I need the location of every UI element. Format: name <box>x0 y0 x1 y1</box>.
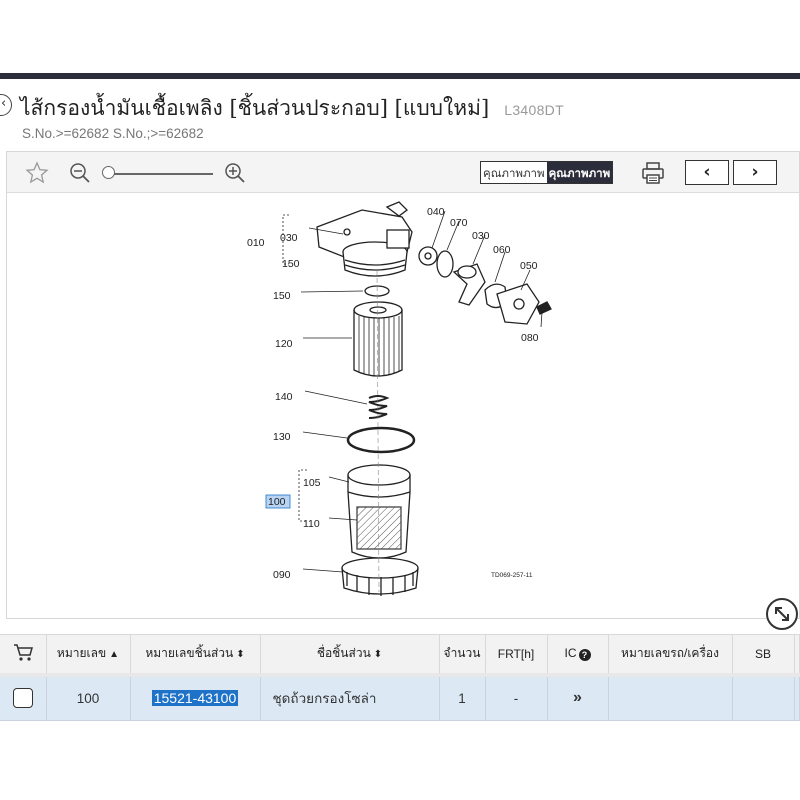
part-no-value[interactable]: 15521-43100 <box>151 690 239 707</box>
col-ref-no-label: หมายเลข <box>56 646 107 661</box>
table-row[interactable]: 100 15521-43100 ชุดถ้วยกรองโซล่า 1 - » <box>0 674 800 721</box>
callout-150-b[interactable]: 150 <box>273 290 291 302</box>
col-frt[interactable]: FRT[h] <box>485 634 548 677</box>
callout-060[interactable]: 060 <box>493 244 511 256</box>
next-button[interactable]: › <box>733 160 777 185</box>
chevron-right-icon: › <box>751 162 759 182</box>
diagram-code: TD069-257-11 <box>491 572 533 579</box>
parts-diagram: 010 030 150 040 070 030 060 050 080 150 … <box>247 201 552 596</box>
help-icon[interactable]: ? <box>578 649 591 662</box>
ic-expand-link[interactable]: » <box>573 689 582 706</box>
image-quality-toggle[interactable]: คุณภาพภาพ คุณภาพภาพ <box>480 161 614 184</box>
callout-130[interactable]: 130 <box>273 431 291 443</box>
model-label: L3408DT <box>504 102 564 118</box>
callout-140[interactable]: 140 <box>275 391 293 403</box>
page-title-row: ไส้กรองน้ำมันเชื้อเพลิง [ชิ้นส่วนประกอบ]… <box>20 92 564 125</box>
page-title: ไส้กรองน้ำมันเชื้อเพลิง [ชิ้นส่วนประกอบ]… <box>20 96 490 120</box>
sort-asc-icon: ▲ <box>109 649 120 661</box>
callout-105[interactable]: 105 <box>303 477 321 489</box>
col-frt-label: FRT[h] <box>497 646 535 661</box>
callout-080[interactable]: 080 <box>521 332 539 344</box>
callout-100[interactable]: 100 <box>268 496 286 508</box>
cart-column-header[interactable] <box>0 634 47 677</box>
callout-150-a[interactable]: 150 <box>282 258 300 270</box>
table-header-row: หมายเลข ▲ หมายเลขชิ้นส่วน ⬍ ชื่อชิ้นส่วน ⬍ … <box>0 634 800 677</box>
callout-030-a[interactable]: 030 <box>280 232 298 244</box>
callout-030-b[interactable]: 030 <box>472 230 490 242</box>
col-machine-no-label: หมายเลขรถ/เครื่อง <box>621 646 719 661</box>
extra-cell <box>794 674 800 721</box>
star-icon[interactable] <box>25 161 49 185</box>
chevron-left-icon: ‹ <box>1 96 7 111</box>
expand-icon <box>775 607 789 621</box>
ref-no-cell: 100 <box>46 674 131 721</box>
zoom-out-icon[interactable] <box>69 162 91 184</box>
top-bar <box>0 73 800 79</box>
expand-button[interactable] <box>766 598 798 630</box>
col-ic[interactable]: IC? <box>547 634 609 677</box>
callout-120[interactable]: 120 <box>275 338 293 350</box>
quality-option-standard[interactable]: คุณภาพภาพ <box>481 162 547 183</box>
callout-040[interactable]: 040 <box>427 206 445 218</box>
prev-button[interactable]: ‹ <box>685 160 729 185</box>
machine-no-cell <box>608 674 733 721</box>
col-extra <box>794 634 800 677</box>
col-sb-label: SB <box>754 646 771 661</box>
sort-icon: ⬍ <box>373 649 383 661</box>
col-part-name-label: ชื่อชิ้นส่วน <box>316 646 371 661</box>
callout-090[interactable]: 090 <box>273 569 291 581</box>
col-machine-no[interactable]: หมายเลขรถ/เครื่อง <box>608 634 733 677</box>
callout-110[interactable]: 110 <box>303 518 320 530</box>
col-part-name[interactable]: ชื่อชิ้นส่วน ⬍ <box>260 634 440 677</box>
part-no-cell[interactable]: 15521-43100 <box>130 674 261 721</box>
diagram-viewer: คุณภาพภาพ คุณภาพภาพ ‹ › 010 030 150 040 … <box>6 151 800 619</box>
callout-070[interactable]: 070 <box>450 217 468 229</box>
parts-table: หมายเลข ▲ หมายเลขชิ้นส่วน ⬍ ชื่อชิ้นส่วน ⬍ … <box>0 634 800 721</box>
row-checkbox[interactable] <box>12 688 33 709</box>
viewer-toolbar: คุณภาพภาพ คุณภาพภาพ ‹ › <box>7 152 799 193</box>
ic-cell[interactable]: » <box>547 674 609 721</box>
col-part-no[interactable]: หมายเลขชิ้นส่วน ⬍ <box>130 634 261 677</box>
col-qty-label: จำนวน <box>443 646 481 661</box>
cart-icon <box>13 644 33 661</box>
col-sb[interactable]: SB <box>732 634 795 677</box>
qty-cell: 1 <box>439 674 486 721</box>
sort-icon: ⬍ <box>236 649 245 661</box>
part-name-cell: ชุดถ้วยกรองโซล่า <box>260 674 440 721</box>
serial-range: S.No.>=62682 S.No.;>=62682 <box>22 126 204 141</box>
zoom-slider-handle[interactable] <box>102 166 115 179</box>
col-part-no-label: หมายเลขชิ้นส่วน <box>145 646 234 661</box>
col-ic-label: IC <box>564 646 577 661</box>
col-ref-no[interactable]: หมายเลข ▲ <box>46 634 131 677</box>
row-select-cell[interactable] <box>0 674 47 721</box>
frt-cell: - <box>485 674 548 721</box>
col-qty[interactable]: จำนวน <box>439 634 486 677</box>
zoom-slider-track[interactable] <box>113 173 213 175</box>
print-icon[interactable] <box>640 160 666 186</box>
quality-option-high[interactable]: คุณภาพภาพ <box>546 162 613 183</box>
sb-cell <box>732 674 795 721</box>
zoom-in-icon[interactable] <box>224 162 246 184</box>
back-button[interactable]: ‹ <box>0 94 12 116</box>
chevron-left-icon: ‹ <box>703 162 711 182</box>
callout-050[interactable]: 050 <box>520 260 538 272</box>
callout-010[interactable]: 010 <box>247 237 265 249</box>
